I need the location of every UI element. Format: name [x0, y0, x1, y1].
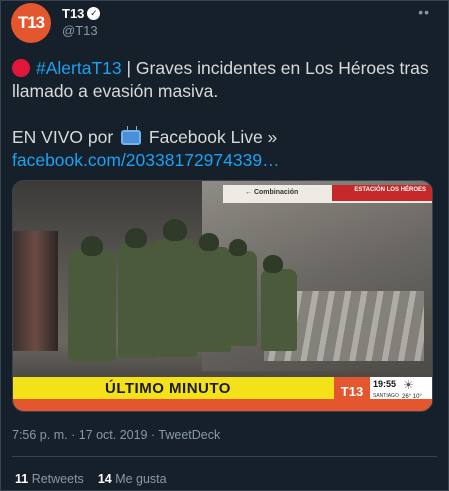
tweet-time[interactable]: 7:56 p. m. — [12, 428, 68, 442]
tweet-line-2: EN VIVO por Facebook Live » — [12, 126, 440, 149]
tweet-date[interactable]: 17 oct. 2019 — [79, 428, 148, 442]
police-helmet — [125, 228, 147, 248]
tweet-meta: 7:56 p. m. · 17 oct. 2019 · TweetDeck — [12, 428, 220, 442]
likes-label: Me gusta — [111, 472, 167, 486]
likes-count: 14 — [97, 472, 112, 486]
police-officer — [153, 239, 197, 357]
red-circle-icon — [12, 59, 30, 77]
tweet-line-1: #AlertaT13 | Graves incidentes en Los Hé… — [12, 57, 440, 103]
facebook-link[interactable]: facebook.com/20338172974339… — [12, 150, 280, 170]
television-icon — [121, 130, 142, 145]
tweet-line-3: facebook.com/20338172974339… — [12, 149, 440, 172]
sign-combination-text: ← Combinación — [245, 189, 299, 196]
police-helmet — [263, 255, 283, 273]
divider — [12, 456, 437, 457]
live-prefix: EN VIVO por — [12, 127, 119, 147]
more-options-icon[interactable]: •• — [418, 4, 430, 20]
avatar[interactable]: T13 — [11, 3, 51, 43]
author-handle[interactable]: @T13 — [62, 23, 98, 38]
media-image[interactable]: ← Combinación ESTACIÓN LOS HÉROES ÚLTIMO… — [12, 180, 433, 412]
banner-text: ÚLTIMO MINUTO — [105, 379, 231, 397]
verified-badge-icon: ✓ — [87, 7, 101, 20]
police-officer — [118, 243, 158, 358]
author-name-row: T13 ✓ — [62, 6, 101, 21]
police-helmet — [81, 236, 103, 256]
avatar-logo: T13 — [17, 13, 45, 32]
hashtag-link[interactable]: #AlertaT13 — [36, 58, 122, 78]
tweet-card: T13 T13 ✓ @T13 •• #AlertaT13 | Graves in… — [0, 0, 449, 491]
crowd — [13, 231, 58, 351]
retweets-stat[interactable]: 11 Retweets — [15, 472, 84, 486]
tweet-source[interactable]: TweetDeck — [158, 428, 220, 442]
police-officer — [68, 251, 116, 361]
live-suffix: Facebook Live » — [144, 127, 278, 147]
retweets-label: Retweets — [28, 472, 84, 486]
police-helmet — [163, 219, 187, 241]
sun-icon: ☀ — [403, 378, 414, 392]
police-helmet — [229, 239, 247, 256]
likes-stat[interactable]: 14 Me gusta — [98, 472, 167, 486]
display-name[interactable]: T13 — [62, 6, 84, 21]
police-helmet — [199, 233, 219, 251]
meta-separator: · — [147, 428, 159, 442]
tweet-stats: 11 Retweets 14 Me gusta — [15, 472, 181, 486]
bottom-stripe — [13, 399, 432, 411]
station-name-text: ESTACIÓN LOS HÉROES — [354, 187, 426, 193]
broadcast-time: 19:55 — [373, 379, 397, 389]
meta-separator: · — [67, 428, 79, 442]
tweet-text: #AlertaT13 | Graves incidentes en Los Hé… — [12, 57, 440, 172]
police-officer — [225, 251, 257, 346]
retweets-count: 11 — [15, 472, 29, 486]
police-officer — [261, 269, 297, 351]
